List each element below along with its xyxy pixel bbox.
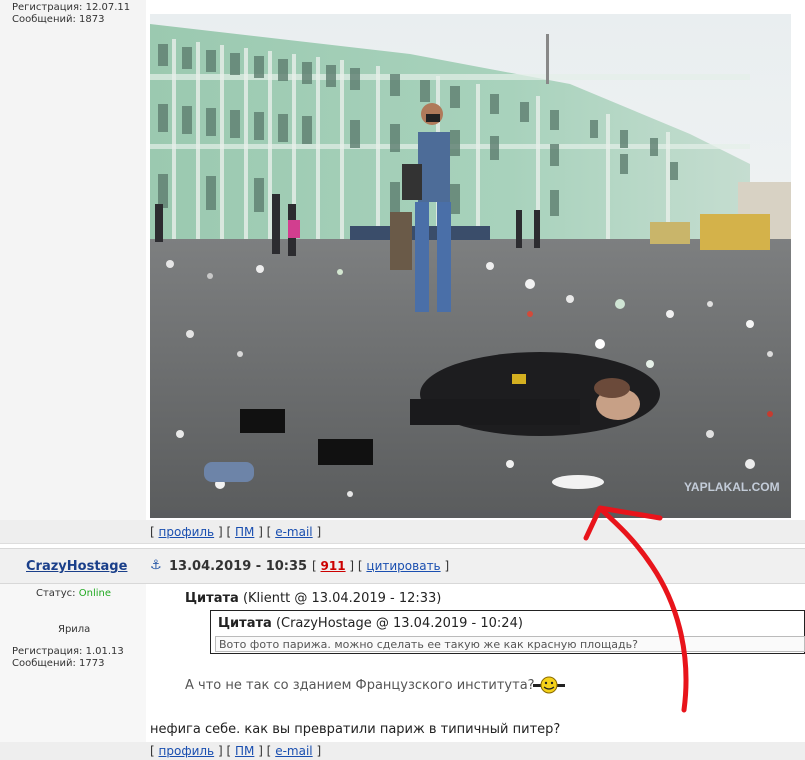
quote-header: Цитата (Klientt @ 13.04.2019 - 12:33) [185,591,442,606]
username-link[interactable]: CrazyHostage [26,559,127,574]
anchor-icon[interactable]: ⚓ [150,558,162,573]
nested-quote-text: Вото фото парижа. можно сделать ее такую… [215,636,805,652]
user-registration-2: Регистрация: 1.01.13 [12,646,124,657]
nested-quote-header: Цитата (CrazyHostage @ 13.04.2019 - 10:2… [218,616,523,631]
post-footer-2: [ профиль ] [ ПМ ] [ e-mail ] [0,742,805,760]
profile-link[interactable]: профиль [159,525,215,539]
user-registration: Регистрация: 12.07.11 [12,2,131,13]
photo-square-scene: YAPLAKAL.COM [150,14,791,518]
user-rank: Ярила [58,624,91,635]
email-link[interactable]: e-mail [275,525,312,539]
post-body-text: нефига себе. как вы превратили париж в т… [150,722,561,737]
post-meta: [ 911 ] [ цитировать ] [312,559,450,573]
quote-link[interactable]: цитировать [366,559,440,573]
user-message-count-2: Сообщений: 1773 [12,658,105,669]
email-link-2[interactable]: e-mail [275,744,312,758]
user-status: Статус: Online [36,588,111,599]
status-online: Online [78,588,111,599]
post-date: 13.04.2019 - 10:35 [169,559,308,574]
user-info-panel: Регистрация: 12.07.11 Сообщений: 1873 [0,0,146,520]
user-message-count: Сообщений: 1873 [12,14,105,25]
smiley-icon [533,676,565,694]
post-footer: [ профиль ] [ ПМ ] [ e-mail ] [0,520,805,544]
watermark-text: YAPLAKAL.COM [684,480,780,494]
pm-link-2[interactable]: ПМ [235,744,254,758]
pm-link[interactable]: ПМ [235,525,254,539]
post-links: [ профиль ] [ ПМ ] [ e-mail ] [150,525,322,539]
post-links-2: [ профиль ] [ ПМ ] [ e-mail ] [150,744,322,758]
profile-link-2[interactable]: профиль [159,744,215,758]
quote-reply-text: А что не так со зданием Французского инс… [185,678,535,693]
post-header: CrazyHostage ⚓ 13.04.2019 - 10:35 [ 911 … [0,548,805,584]
post-photo: YAPLAKAL.COM [150,14,791,518]
post-number-link[interactable]: 911 [321,559,346,573]
